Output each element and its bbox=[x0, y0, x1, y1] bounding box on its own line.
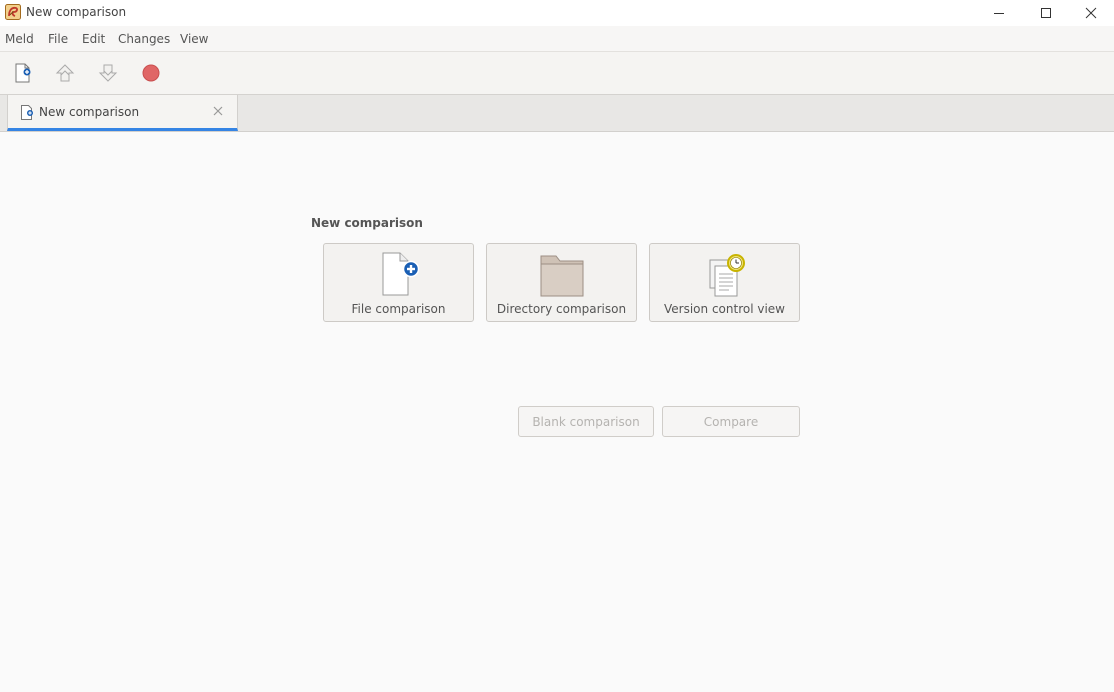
minimize-icon bbox=[994, 13, 1004, 14]
menu-view[interactable]: View bbox=[180, 32, 208, 46]
minimize-button[interactable] bbox=[976, 0, 1022, 26]
file-comparison-button[interactable]: File comparison bbox=[323, 243, 474, 322]
stop-button[interactable] bbox=[138, 60, 164, 86]
maximize-button[interactable] bbox=[1023, 0, 1069, 26]
blank-comparison-button[interactable]: Blank comparison bbox=[518, 406, 654, 437]
meld-app-icon bbox=[5, 4, 21, 20]
menu-file[interactable]: File bbox=[48, 32, 68, 46]
meld-window: New comparison Meld File Edit Changes Vi… bbox=[0, 0, 1114, 692]
toolbar bbox=[0, 52, 1114, 95]
maximize-icon bbox=[1041, 8, 1051, 18]
file-comparison-label: File comparison bbox=[351, 302, 446, 316]
previous-change-icon bbox=[55, 64, 75, 82]
directory-comparison-label: Directory comparison bbox=[496, 302, 627, 316]
version-control-view-button[interactable]: Version control view bbox=[649, 243, 800, 322]
new-comparison-tab-icon bbox=[21, 105, 33, 120]
compare-button[interactable]: Compare bbox=[662, 406, 800, 437]
menu-bar: Meld File Edit Changes View bbox=[0, 26, 1114, 52]
next-change-button[interactable] bbox=[95, 60, 121, 86]
close-window-button[interactable] bbox=[1068, 0, 1114, 26]
menu-meld[interactable]: Meld bbox=[5, 32, 34, 46]
stop-icon bbox=[142, 64, 160, 82]
new-comparison-icon bbox=[15, 63, 31, 83]
previous-change-button[interactable] bbox=[52, 60, 78, 86]
title-bar: New comparison bbox=[0, 0, 1114, 26]
file-add-icon bbox=[382, 252, 419, 296]
window-title: New comparison bbox=[26, 5, 127, 19]
directory-comparison-button[interactable]: Directory comparison bbox=[486, 243, 637, 322]
next-change-icon bbox=[98, 64, 118, 82]
folder-icon bbox=[540, 255, 583, 297]
section-title: New comparison bbox=[311, 216, 423, 230]
version-control-icon bbox=[709, 254, 745, 297]
menu-edit[interactable]: Edit bbox=[82, 32, 105, 46]
new-comparison-button[interactable] bbox=[10, 60, 36, 86]
close-icon bbox=[213, 106, 223, 116]
tab-label: New comparison bbox=[39, 105, 140, 119]
close-icon bbox=[1085, 7, 1097, 19]
tab-strip: New comparison bbox=[0, 95, 1114, 132]
tab-close-button[interactable] bbox=[211, 104, 225, 118]
menu-changes[interactable]: Changes bbox=[118, 32, 170, 46]
version-control-view-label: Version control view bbox=[664, 302, 785, 316]
tab-new-comparison[interactable]: New comparison bbox=[7, 95, 238, 131]
